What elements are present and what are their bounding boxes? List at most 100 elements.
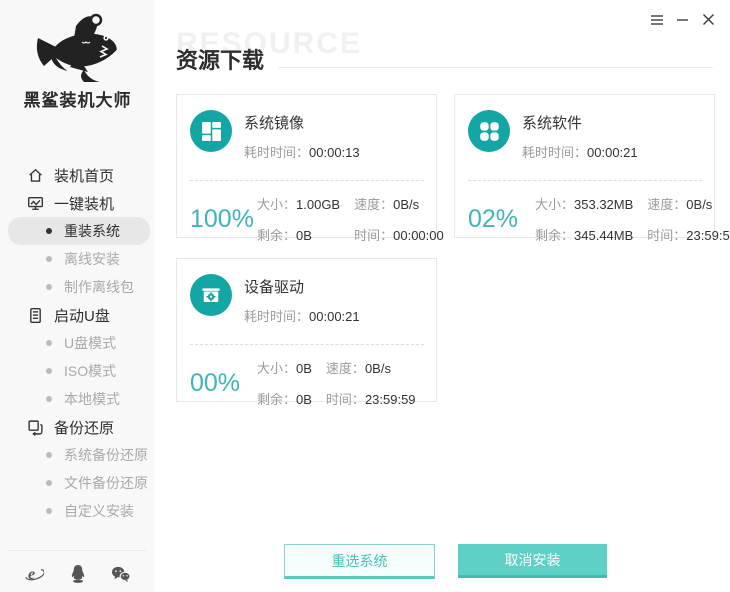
brand-name: 黑鲨装机大师 <box>0 86 155 111</box>
usb-icon <box>27 307 44 324</box>
reselect-system-button[interactable]: 重选系统 <box>284 544 435 579</box>
speed-value: 0B/s <box>393 197 419 212</box>
sidebar-divider <box>9 550 146 551</box>
bullet-icon <box>46 508 52 514</box>
sidebar-item-label: 系统备份还原 <box>64 445 148 465</box>
sidebar-item-label: 文件备份还原 <box>64 473 148 493</box>
sidebar-item-label: 一键装机 <box>54 193 114 214</box>
remain-value: 0B <box>296 392 312 407</box>
sidebar-item-system-backup[interactable]: 系统备份还原 <box>0 441 155 469</box>
speed-value: 0B/s <box>686 197 712 212</box>
sidebar-item-iso-mode[interactable]: ISO模式 <box>0 357 155 385</box>
home-icon <box>27 167 44 184</box>
remain-label: 剩余： <box>535 228 574 243</box>
cancel-install-button[interactable]: 取消安装 <box>458 544 607 578</box>
sidebar-item-label: 制作离线包 <box>64 277 134 297</box>
sidebar-nav: 装机首页一键装机重装系统离线安装制作离线包启动U盘 U盘模式 ISO模式本地模式备份… <box>0 161 155 525</box>
sidebar: 黑鲨装机大师 装机首页一键装机重装系统离线安装制作离线包启动U盘 U盘模式 ISO模… <box>0 0 155 592</box>
close-icon[interactable] <box>700 11 717 28</box>
size-label: 大小： <box>257 361 296 376</box>
remain-value: 0B <box>296 228 312 243</box>
ie-icon[interactable]: e <box>24 564 44 584</box>
remain-value: 345.44MB <box>574 228 633 243</box>
sidebar-item-make-offline-pkg[interactable]: 制作离线包 <box>0 273 155 301</box>
size-value: 353.32MB <box>574 197 633 212</box>
size-label: 大小： <box>535 197 574 212</box>
sidebar-item-usb-mode[interactable]: U盘模式 <box>0 329 155 357</box>
remain-label: 剩余： <box>257 228 296 243</box>
wechat-icon[interactable] <box>111 564 131 584</box>
download-cards: 系统镜像 耗时时间：00:00:13 100% 大小：1.00GB 速度：0B/… <box>176 94 715 402</box>
card-title: 系统软件 <box>522 112 638 133</box>
sidebar-item-label: 重装系统 <box>64 221 120 241</box>
sidebar-item-label: 离线安装 <box>64 249 120 269</box>
footer-actions: 重选系统 取消安装 <box>176 544 715 592</box>
time-value: 00:00:00 <box>393 228 444 243</box>
monitor-icon <box>27 195 44 212</box>
sidebar-item-file-backup[interactable]: 文件备份还原 <box>0 469 155 497</box>
card-system-software: 系统软件 耗时时间：00:00:21 02% 大小：353.32MB 速度：0B… <box>454 94 715 238</box>
time-value: 23:59:59 <box>686 228 730 243</box>
bullet-icon <box>46 396 52 402</box>
sidebar-item-one-key-install[interactable]: 一键装机 <box>0 189 155 217</box>
size-label: 大小： <box>257 197 296 212</box>
sidebar-item-boot-usb[interactable]: 启动U盘 <box>0 301 155 329</box>
sidebar-item-custom-install[interactable]: 自定义安装 <box>0 497 155 525</box>
windows-icon <box>190 110 232 152</box>
time-label: 时间： <box>647 228 686 243</box>
sidebar-item-label: 自定义安装 <box>64 501 134 521</box>
bullet-icon <box>46 480 52 486</box>
bullet-icon <box>46 256 52 262</box>
svg-text:e: e <box>28 566 35 583</box>
sidebar-item-label: U盘模式 <box>64 333 116 353</box>
driver-icon <box>190 274 232 316</box>
sidebar-item-offline-install[interactable]: 离线安装 <box>0 245 155 273</box>
sidebar-item-label: 装机首页 <box>54 165 114 186</box>
menu-icon[interactable] <box>648 11 665 28</box>
time-label: 时间： <box>354 228 393 243</box>
window-controls <box>648 11 717 28</box>
bullet-icon <box>46 368 52 374</box>
elapsed-value: 00:00:13 <box>309 145 360 160</box>
page-title: 资源下载 <box>176 50 264 72</box>
bullet-icon <box>46 228 52 234</box>
card-device-driver: 设备驱动 耗时时间：00:00:21 00% 大小：0B 速度：0B/s 剩余：… <box>176 258 437 402</box>
sidebar-item-backup-restore[interactable]: 备份还原 <box>0 413 155 441</box>
sidebar-item-local-mode[interactable]: 本地模式 <box>0 385 155 413</box>
main-panel: RESOURCE 资源下载 系统镜像 耗时时间：00:00:13 <box>155 0 730 592</box>
elapsed-label: 耗时时间： <box>244 145 309 160</box>
time-value: 23:59:59 <box>365 392 416 407</box>
time-label: 时间： <box>326 392 365 407</box>
speed-value: 0B/s <box>365 361 391 376</box>
speed-label: 速度： <box>354 197 393 212</box>
bullet-icon <box>46 452 52 458</box>
title-underline <box>278 67 713 68</box>
app-logo: 黑鲨装机大师 <box>0 0 155 111</box>
card-title: 系统镜像 <box>244 112 360 133</box>
sidebar-footer: e <box>0 550 155 592</box>
sidebar-item-reinstall-system[interactable]: 重装系统 <box>8 217 150 245</box>
percent-value: 100% <box>190 205 244 234</box>
size-value: 1.00GB <box>296 197 340 212</box>
card-system-image: 系统镜像 耗时时间：00:00:13 100% 大小：1.00GB 速度：0B/… <box>176 94 437 238</box>
percent-value: 02% <box>468 205 522 234</box>
sidebar-item-label: ISO模式 <box>64 361 116 381</box>
remain-label: 剩余： <box>257 392 296 407</box>
elapsed-label: 耗时时间： <box>522 145 587 160</box>
qq-icon[interactable] <box>68 564 88 584</box>
app-window: { "sidebar": { "brand": "黑鲨装机大师", "items… <box>0 0 730 592</box>
bullet-icon <box>46 340 52 346</box>
apps-icon <box>468 110 510 152</box>
bullet-icon <box>46 284 52 290</box>
sidebar-item-home[interactable]: 装机首页 <box>0 161 155 189</box>
shark-logo-icon <box>26 10 130 84</box>
elapsed-label: 耗时时间： <box>244 309 309 324</box>
size-value: 0B <box>296 361 312 376</box>
speed-label: 速度： <box>326 361 365 376</box>
speed-label: 速度： <box>647 197 686 212</box>
backup-icon <box>27 419 44 436</box>
minimize-icon[interactable] <box>674 11 691 28</box>
elapsed-value: 00:00:21 <box>309 309 360 324</box>
elapsed-value: 00:00:21 <box>587 145 638 160</box>
percent-value: 00% <box>190 369 244 398</box>
